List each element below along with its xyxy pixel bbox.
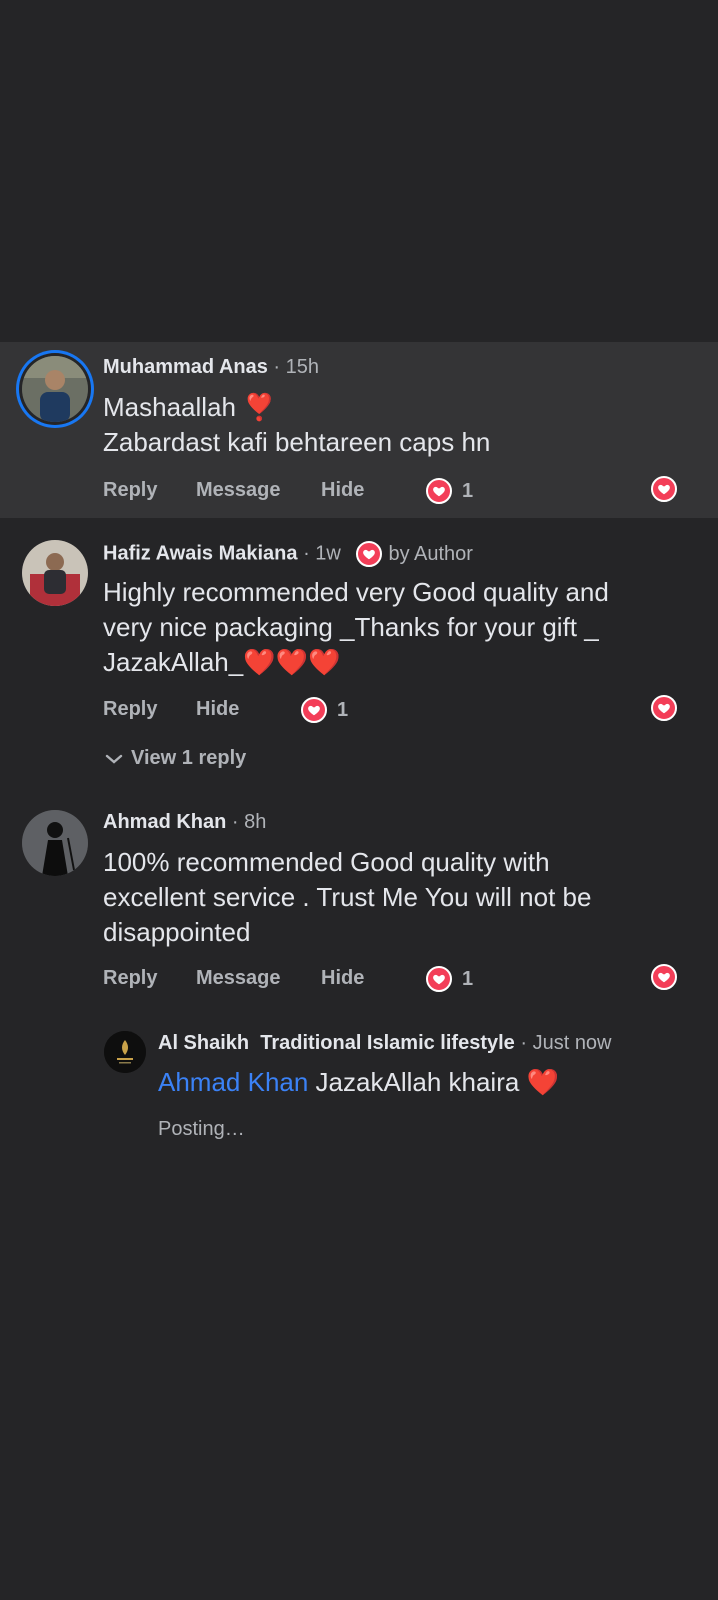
avatar[interactable] xyxy=(22,540,88,606)
reaction-summary[interactable]: 1 xyxy=(301,697,348,723)
page-avatar[interactable] xyxy=(104,1031,146,1073)
heart-icon xyxy=(658,972,670,983)
author-reaction-badge: by Author xyxy=(356,541,473,567)
view-replies-button[interactable]: View 1 reply xyxy=(105,747,246,770)
heart-exclamation-emoji: ❣️ xyxy=(243,392,276,422)
love-reaction-icon xyxy=(301,697,327,723)
heart-icon xyxy=(658,703,670,714)
reply-button[interactable]: Reply xyxy=(103,479,157,502)
posting-status: Posting… xyxy=(158,1118,245,1140)
love-button[interactable] xyxy=(651,476,677,502)
reply-time: · Just now xyxy=(520,1032,612,1054)
page-name[interactable]: Al Shaikh Traditional Islamic lifestyle xyxy=(158,1032,515,1054)
love-reaction-icon xyxy=(426,478,452,504)
view-replies-label: View 1 reply xyxy=(131,747,247,769)
reply-header: Al Shaikh Traditional Islamic lifestyle … xyxy=(158,1032,612,1055)
reply-button[interactable]: Reply xyxy=(103,698,157,721)
reply-al-shaikh: Al Shaikh Traditional Islamic lifestyle … xyxy=(0,1025,718,1165)
comment-time: · 15h xyxy=(273,356,319,378)
comment-ahmad-khan: Ahmad Khan · 8h 100% recommended Good qu… xyxy=(0,800,718,1020)
commenter-name[interactable]: Ahmad Khan xyxy=(103,811,226,833)
heart-icon xyxy=(658,484,670,495)
comment-time: · 8h xyxy=(231,811,267,833)
message-button[interactable]: Message xyxy=(196,479,281,502)
hide-button[interactable]: Hide xyxy=(321,967,364,990)
love-reaction-icon xyxy=(426,966,452,992)
message-button[interactable]: Message xyxy=(196,967,281,990)
avatar-image xyxy=(22,356,88,422)
reaction-count: 1 xyxy=(462,479,474,502)
commenter-name[interactable]: Muhammad Anas xyxy=(103,356,268,378)
reaction-count: 1 xyxy=(337,698,349,721)
comment-actions: Reply Message Hide xyxy=(103,967,703,997)
avatar[interactable] xyxy=(22,810,88,876)
hide-button[interactable]: Hide xyxy=(321,479,364,502)
avatar-image xyxy=(22,810,88,876)
avatar[interactable] xyxy=(22,356,88,422)
reply-text: Ahmad Khan JazakAllah khaira ❤️ xyxy=(158,1067,559,1097)
comment-hafiz-awais: Hafiz Awais Makiana · 1w by Author Highl… xyxy=(0,520,718,790)
comment-time: · 1w xyxy=(303,542,341,565)
mention-link[interactable]: Ahmad Khan xyxy=(158,1067,308,1097)
hearts-emoji: ❤️❤️❤️ xyxy=(243,647,341,677)
comment-actions: Reply Message Hide xyxy=(103,479,703,509)
comment-header: Ahmad Khan · 8h xyxy=(103,811,266,834)
comment-text: Mashaallah ❣️ Zabardast kafi behtareen c… xyxy=(103,392,491,457)
reaction-summary[interactable]: 1 xyxy=(426,966,473,992)
page-logo xyxy=(104,1031,146,1073)
commenter-name[interactable]: Hafiz Awais Makiana xyxy=(103,542,298,564)
reaction-count: 1 xyxy=(462,967,474,990)
reaction-summary[interactable]: 1 xyxy=(426,478,473,504)
love-button[interactable] xyxy=(651,695,677,721)
avatar-image xyxy=(22,540,88,606)
badge-label: by Author xyxy=(388,542,473,565)
hide-button[interactable]: Hide xyxy=(196,698,239,721)
reply-button[interactable]: Reply xyxy=(103,967,157,990)
chevron-down-icon xyxy=(105,754,123,764)
comment-header: Hafiz Awais Makiana · 1w by Author xyxy=(103,541,473,567)
love-button[interactable] xyxy=(651,964,677,990)
comment-header: Muhammad Anas · 15h xyxy=(103,356,319,379)
heart-emoji: ❤️ xyxy=(526,1067,559,1097)
comment-muhammad-anas: Muhammad Anas · 15h Mashaallah ❣️ Zabard… xyxy=(0,342,718,518)
comment-text: 100% recommended Good quality with excel… xyxy=(103,847,592,947)
comment-text: Highly recommended very Good quality and… xyxy=(103,577,609,677)
love-reaction-icon xyxy=(356,541,383,567)
